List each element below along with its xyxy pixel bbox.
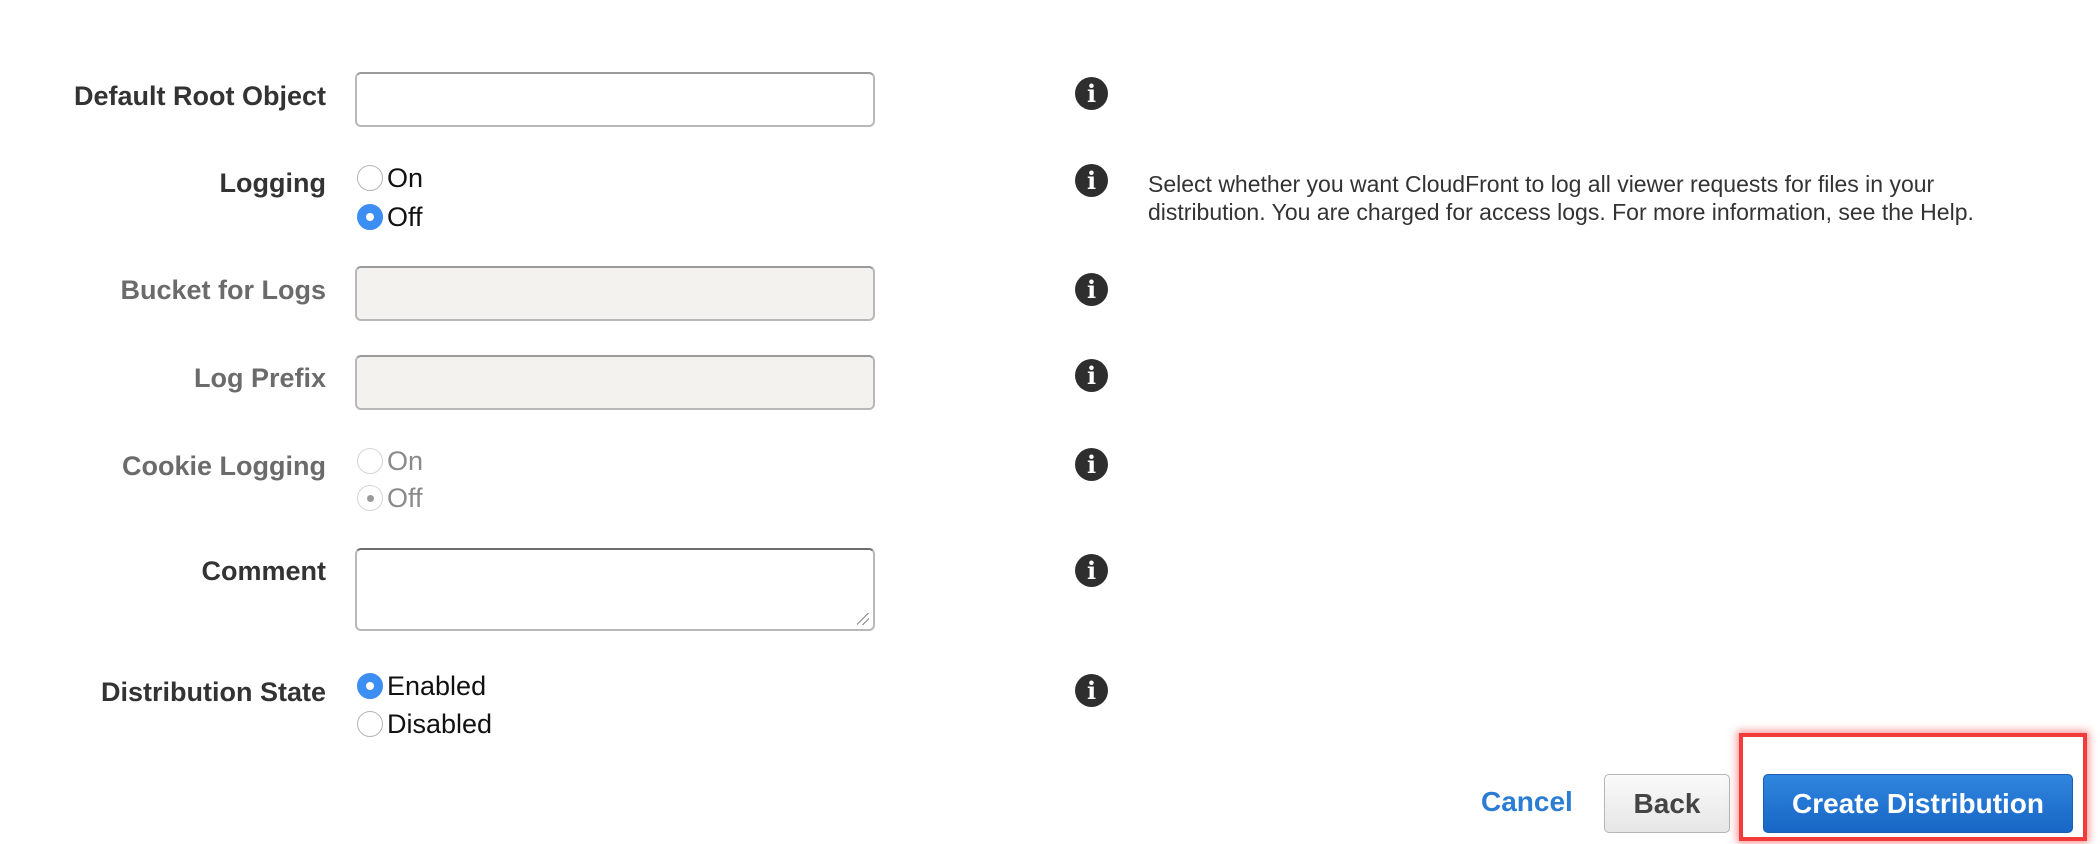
resize-handle-icon[interactable] <box>857 613 869 625</box>
radio-label: Enabled <box>387 670 487 701</box>
radio-label: Disabled <box>387 708 493 739</box>
comment-label: Comment <box>201 556 326 586</box>
log-prefix-input[interactable] <box>355 355 875 410</box>
info-icon[interactable]: i <box>1075 164 1108 197</box>
cookie-logging-off-radio[interactable]: Off <box>357 481 423 515</box>
info-icon[interactable]: i <box>1075 554 1108 587</box>
radio-unchecked-icon[interactable] <box>357 165 383 191</box>
radio-checked-icon[interactable] <box>357 485 383 511</box>
bucket-for-logs-input[interactable] <box>355 266 875 321</box>
radio-label: On <box>387 162 424 193</box>
distribution-enabled-radio[interactable]: Enabled <box>357 669 486 703</box>
logging-off-radio[interactable]: Off <box>357 200 423 234</box>
radio-checked-icon[interactable] <box>357 673 383 699</box>
logging-label: Logging <box>219 168 326 198</box>
radio-checked-icon[interactable] <box>357 204 383 230</box>
bucket-for-logs-label: Bucket for Logs <box>120 275 326 305</box>
radio-unchecked-icon[interactable] <box>357 711 383 737</box>
info-icon[interactable]: i <box>1075 359 1108 392</box>
back-button[interactable]: Back <box>1604 774 1730 833</box>
logging-on-radio[interactable]: On <box>357 161 423 195</box>
radio-label: Off <box>387 482 423 513</box>
radio-label: Off <box>387 201 423 232</box>
cancel-link[interactable]: Cancel <box>1481 786 1573 818</box>
comment-textarea[interactable] <box>355 548 875 631</box>
log-prefix-label: Log Prefix <box>193 363 326 393</box>
radio-unchecked-icon[interactable] <box>357 448 383 474</box>
info-icon[interactable]: i <box>1075 273 1108 306</box>
distribution-disabled-radio[interactable]: Disabled <box>357 707 492 741</box>
cookie-logging-label: Cookie Logging <box>122 451 326 481</box>
logging-help-text: Select whether you want CloudFront to lo… <box>1148 171 1974 225</box>
default-root-object-label: Default Root Object <box>73 81 326 111</box>
create-distribution-button[interactable]: Create Distribution <box>1763 774 2073 833</box>
info-icon[interactable]: i <box>1075 77 1108 110</box>
info-icon[interactable]: i <box>1075 448 1108 481</box>
info-icon[interactable]: i <box>1075 674 1108 707</box>
default-root-object-input[interactable] <box>355 72 875 127</box>
distribution-state-label: Distribution State <box>100 677 326 707</box>
radio-label: On <box>387 445 424 476</box>
cookie-logging-on-radio[interactable]: On <box>357 444 423 478</box>
